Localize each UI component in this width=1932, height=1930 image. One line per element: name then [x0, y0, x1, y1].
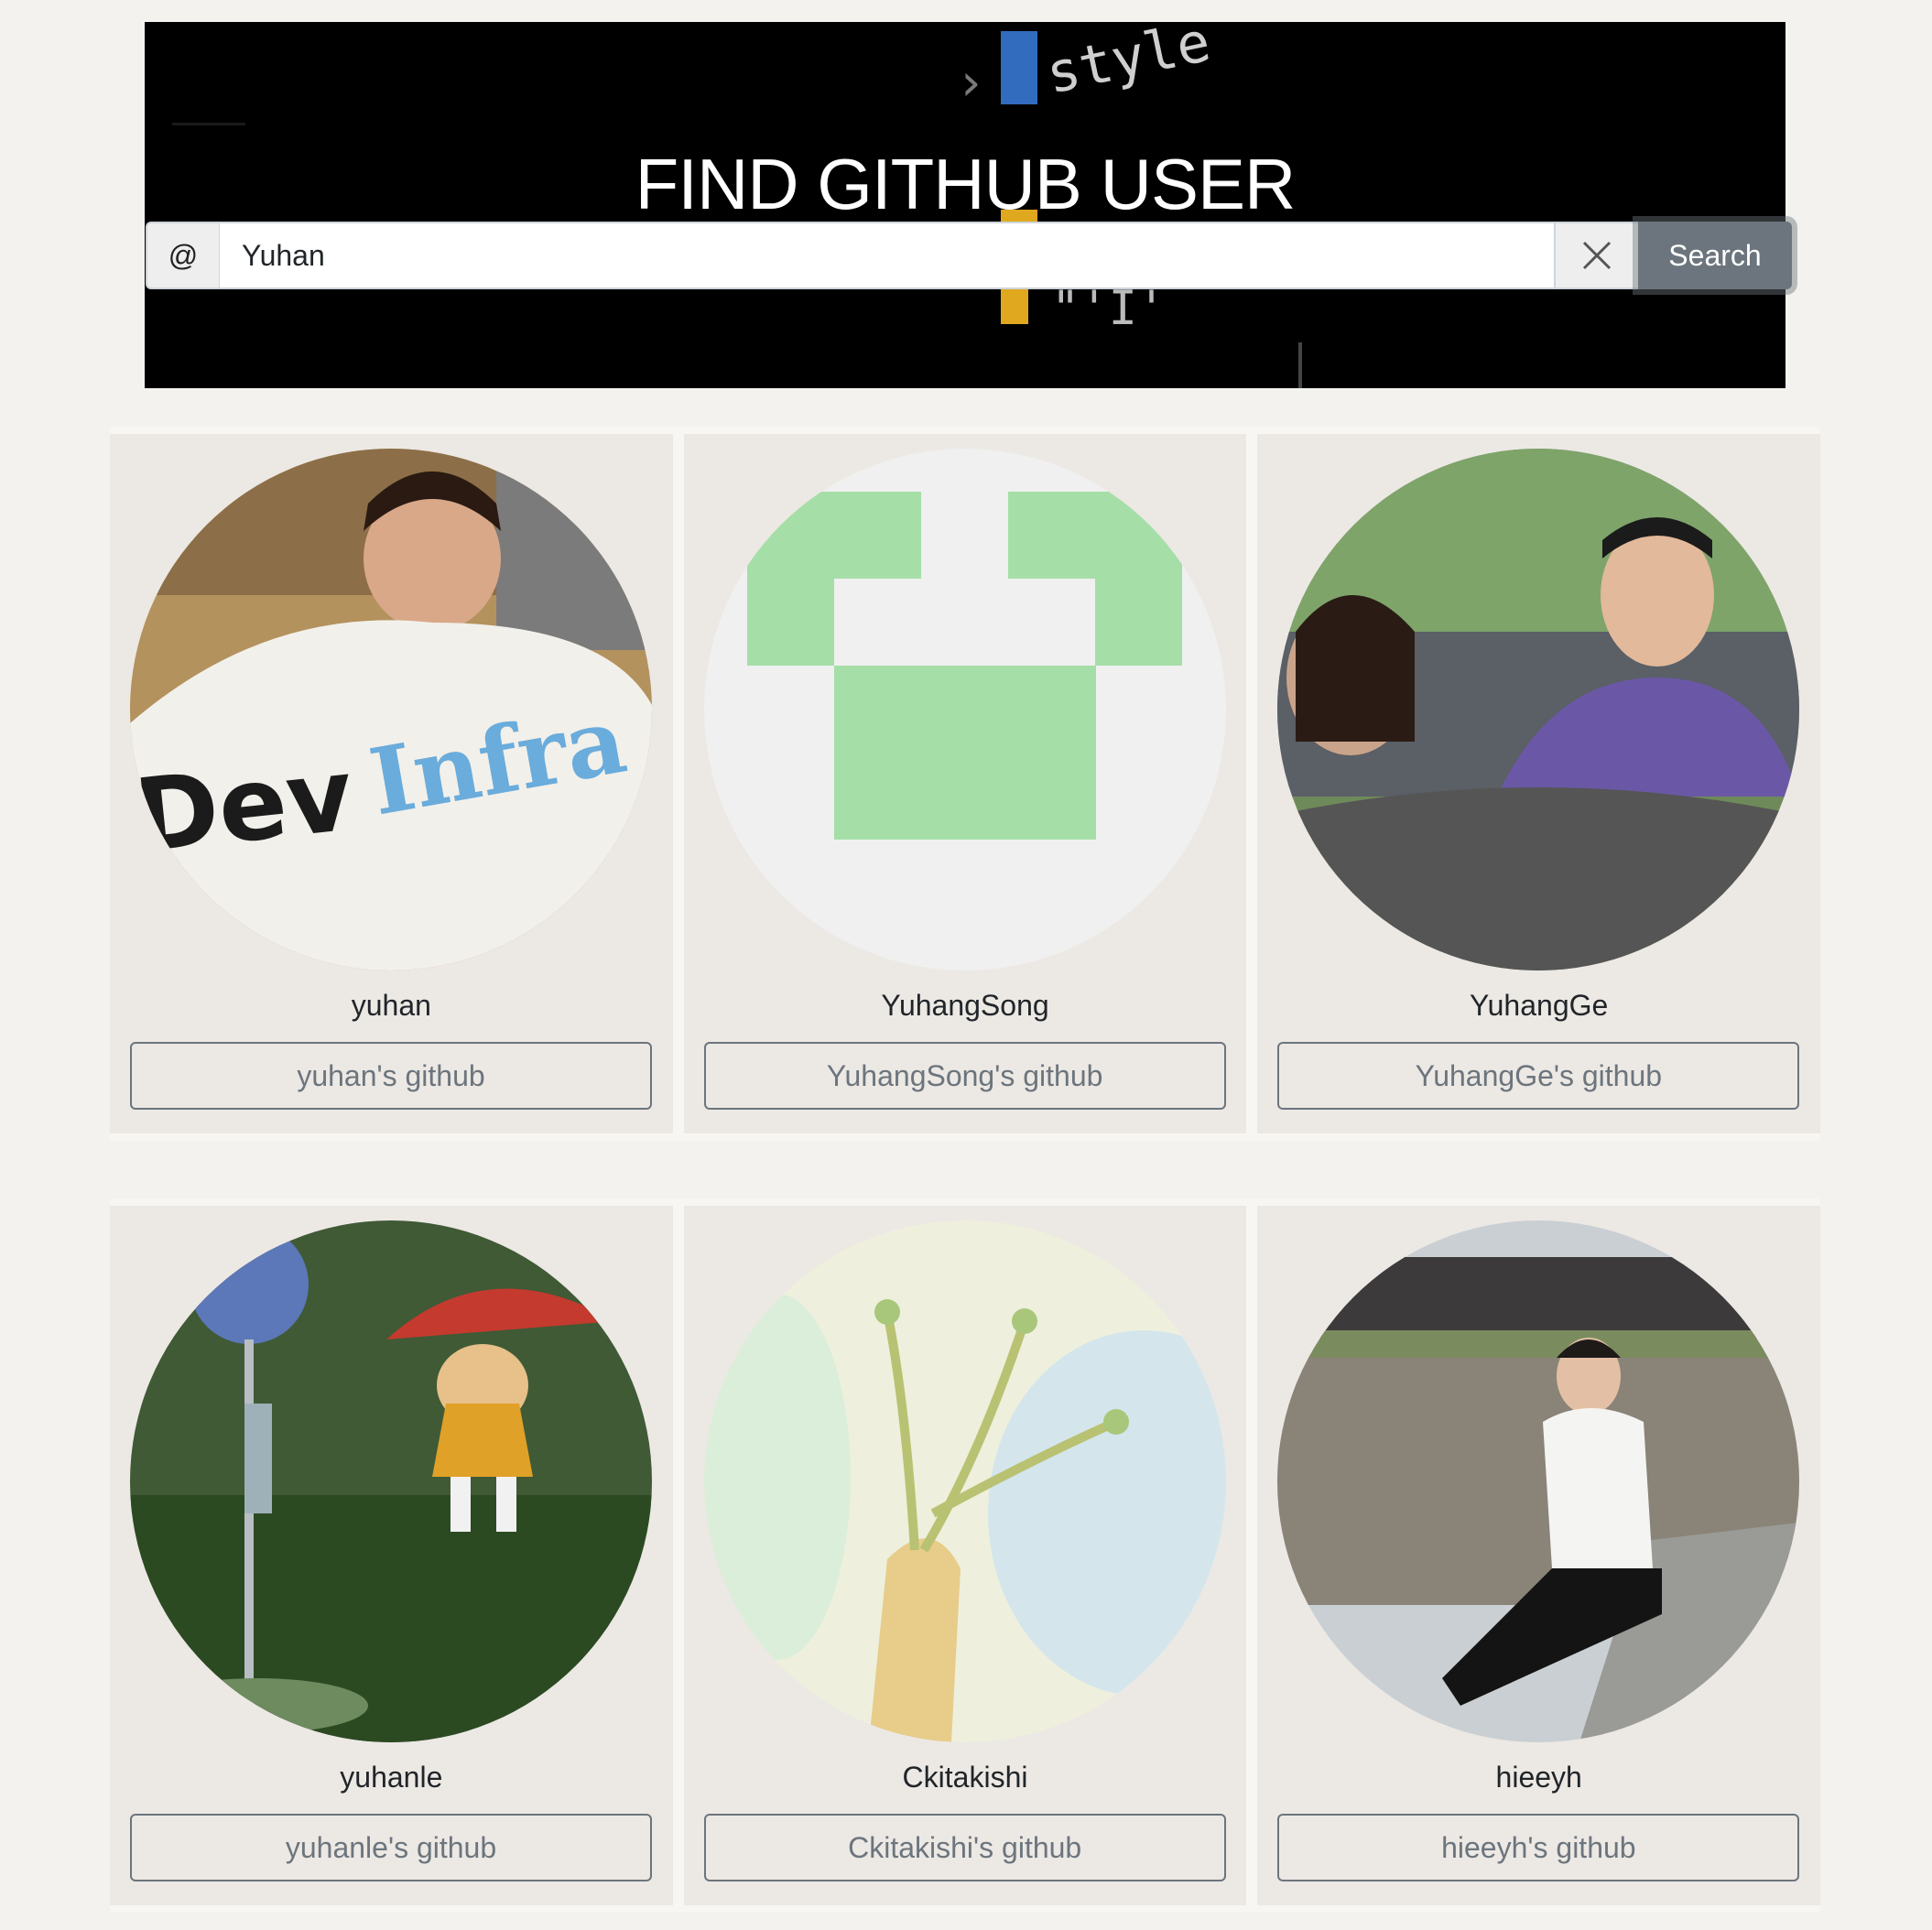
hero-banner: style › "'I' FIND GITHUB USER [145, 22, 1785, 388]
at-prefix-addon: @ [146, 222, 219, 289]
user-avatar: Dev Infra [130, 449, 652, 970]
svg-text:style: style [1041, 22, 1216, 107]
search-input[interactable] [219, 222, 1554, 289]
search-button[interactable]: Search [1638, 222, 1792, 289]
user-avatar [703, 1220, 1226, 1742]
user-card: YuhangSong YuhangSong's github [683, 434, 1247, 1133]
github-link-button[interactable]: Ckitakishi's github [703, 1814, 1226, 1881]
username-label: YuhangSong [881, 989, 1049, 1022]
user-avatar [1277, 1220, 1800, 1742]
user-avatar [130, 1220, 652, 1742]
svg-text:"'I': "'I' [1051, 281, 1166, 336]
page-title: FIND GITHUB USER [635, 144, 1297, 224]
user-card: YuhangGe YuhangGe's github [1257, 434, 1821, 1133]
github-link-button[interactable]: YuhangGe's github [1277, 1042, 1800, 1110]
close-icon [1582, 241, 1612, 270]
github-link-button[interactable]: yuhanle's github [130, 1814, 652, 1881]
user-avatar [1277, 449, 1800, 970]
github-link-button[interactable]: hieeyh's github [1277, 1814, 1800, 1881]
search-bar: @ Search [146, 222, 1792, 289]
github-link-button[interactable]: YuhangSong's github [703, 1042, 1226, 1110]
username-label: Ckitakishi [902, 1761, 1028, 1794]
results-row: yuhanle yuhanle's github Ckitakishi Ckit… [110, 1198, 1821, 1913]
user-card: hieeyh hieeyh's github [1257, 1206, 1821, 1905]
results-row: Dev Infra yuhan yuhan's github YuhangSon… [110, 427, 1821, 1141]
username-label: YuhangGe [1470, 989, 1609, 1022]
svg-text:›: › [955, 53, 986, 113]
svg-text:Dev: Dev [130, 736, 358, 875]
username-label: hieeyh [1495, 1761, 1582, 1794]
github-link-button[interactable]: yuhan's github [130, 1042, 652, 1110]
user-card: Dev Infra yuhan yuhan's github [110, 434, 673, 1133]
username-label: yuhanle [340, 1761, 443, 1794]
user-card: Ckitakishi Ckitakishi's github [683, 1206, 1247, 1905]
username-label: yuhan [351, 989, 431, 1022]
clear-search-button[interactable] [1554, 222, 1638, 289]
user-card: yuhanle yuhanle's github [110, 1206, 673, 1905]
user-avatar [703, 449, 1226, 970]
